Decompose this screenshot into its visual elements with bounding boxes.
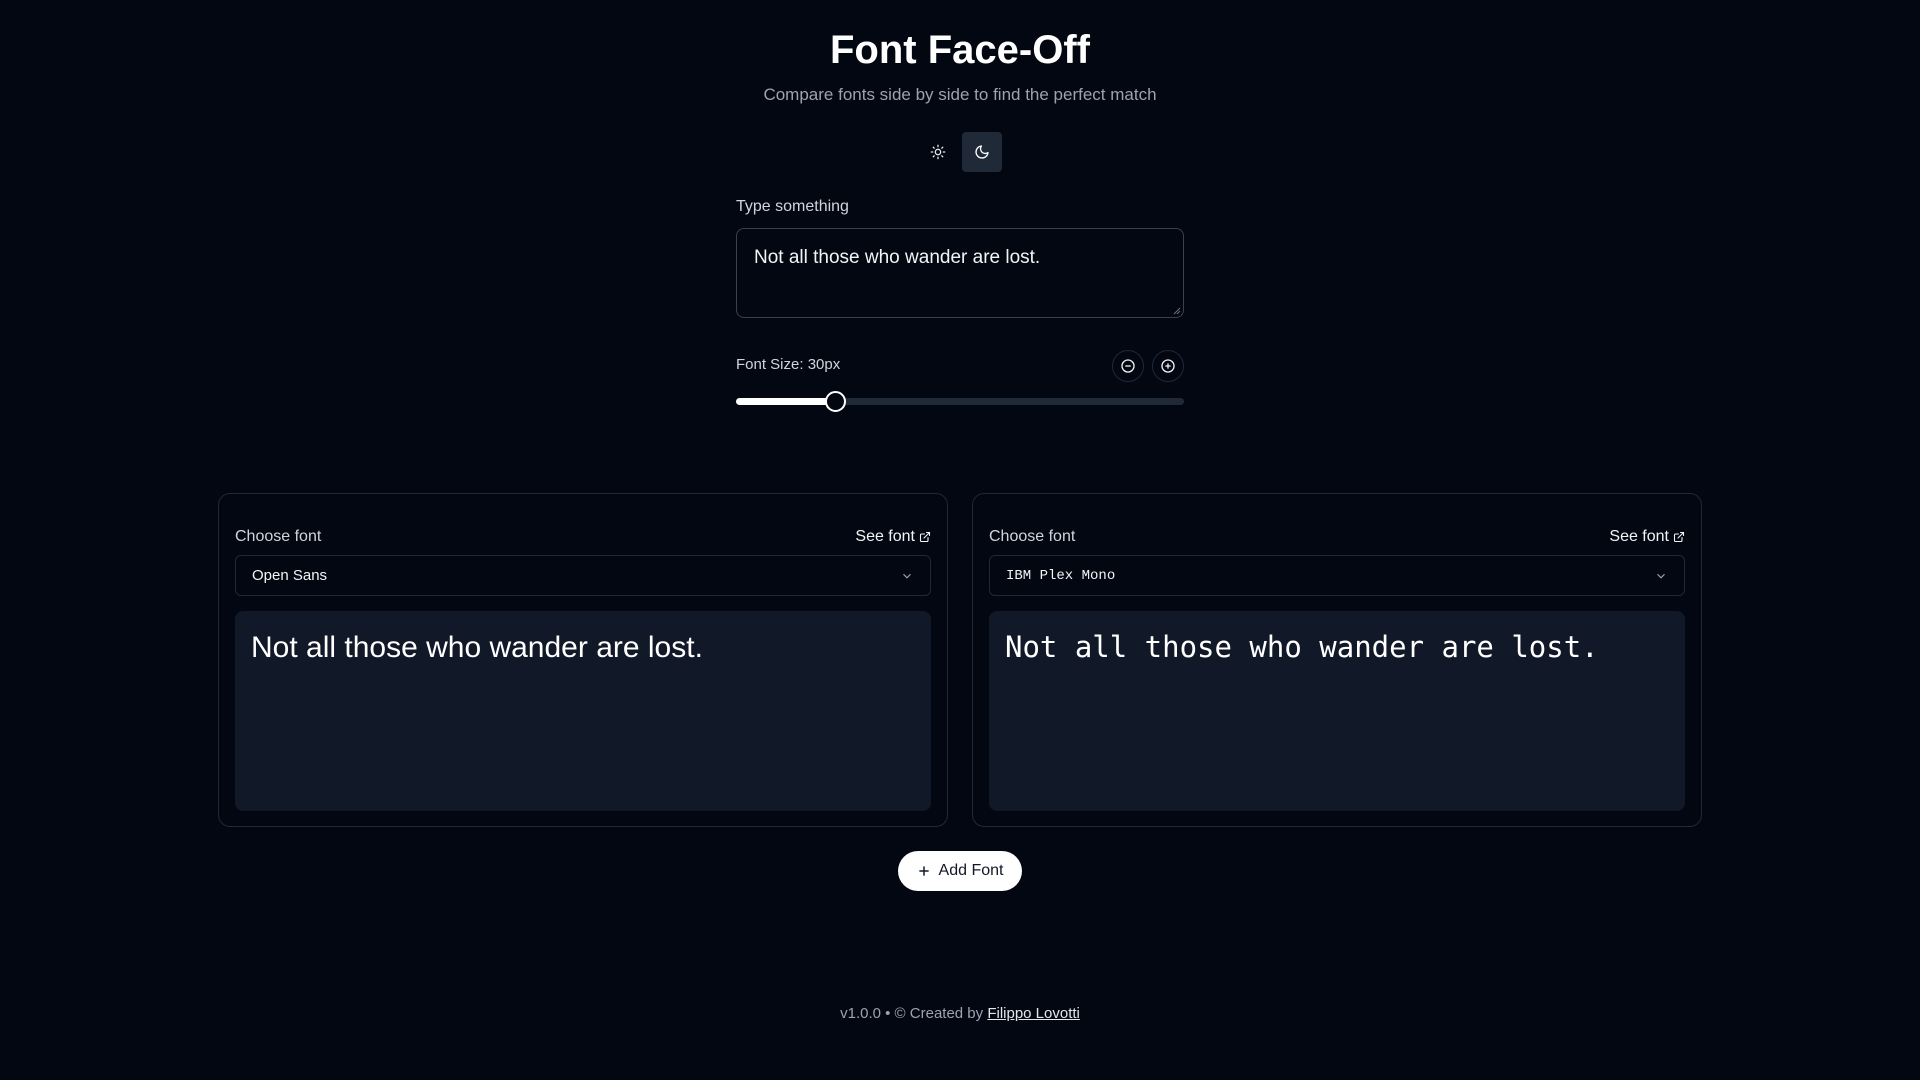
page-title: Font Face-Off xyxy=(830,28,1090,72)
footer-version-text: v1.0.0 • © Created by xyxy=(840,1005,988,1022)
add-font-button[interactable]: Add Font xyxy=(898,851,1022,891)
selected-font-value: Open Sans xyxy=(252,567,328,584)
font-select[interactable]: IBM Plex Mono xyxy=(989,555,1685,596)
plus-circle-icon xyxy=(1161,359,1175,373)
external-link-icon xyxy=(919,531,931,543)
app-page: Font Face-Off Compare fonts side by side… xyxy=(0,0,1920,1080)
see-font-link[interactable]: See font xyxy=(1609,528,1685,546)
sample-text-input[interactable]: Not all those who wander are lost. xyxy=(736,228,1184,318)
see-font-link[interactable]: See font xyxy=(855,528,931,546)
slider-thumb[interactable] xyxy=(824,391,846,412)
sample-text-value: Not all those who wander are lost. xyxy=(754,247,1041,268)
choose-font-label: Choose font xyxy=(235,528,322,545)
chevron-down-icon xyxy=(903,573,911,579)
font-select[interactable]: Open Sans xyxy=(235,555,931,596)
chevron-down-icon xyxy=(1657,573,1665,579)
font-preview: Not all those who wander are lost. xyxy=(235,611,931,811)
font-size-label: Font Size: 30px xyxy=(736,356,841,373)
minus-circle-icon xyxy=(1121,359,1135,373)
decrease-font-size-button[interactable] xyxy=(1112,350,1144,382)
dark-theme-button[interactable] xyxy=(962,132,1002,172)
resize-handle-icon[interactable] xyxy=(1173,307,1181,315)
external-link-icon xyxy=(1673,531,1685,543)
theme-toggle xyxy=(918,132,1002,172)
font-preview: Not all those who wander are lost. xyxy=(989,611,1685,811)
slider-fill xyxy=(736,398,835,405)
font-card: Choose font See font Open Sans Not all t… xyxy=(218,493,948,827)
font-card: Choose font See font IBM Plex Mono Not a… xyxy=(972,493,1702,827)
moon-icon xyxy=(975,145,989,159)
increase-font-size-button[interactable] xyxy=(1152,350,1184,382)
text-input-label: Type something xyxy=(736,198,849,215)
footer: v1.0.0 • © Created by Filippo Lovotti xyxy=(0,1005,1920,1022)
sun-icon xyxy=(930,144,946,160)
selected-font-value: IBM Plex Mono xyxy=(1006,567,1116,584)
see-font-label: See font xyxy=(1609,528,1669,545)
see-font-label: See font xyxy=(855,528,915,545)
choose-font-label: Choose font xyxy=(989,528,1076,545)
page-subtitle: Compare fonts side by side to find the p… xyxy=(763,85,1157,104)
add-font-label: Add Font xyxy=(938,862,1004,879)
light-theme-button[interactable] xyxy=(918,132,958,172)
font-size-slider[interactable] xyxy=(736,391,1184,412)
author-link[interactable]: Filippo Lovotti xyxy=(987,1005,1080,1022)
plus-icon xyxy=(918,866,929,876)
